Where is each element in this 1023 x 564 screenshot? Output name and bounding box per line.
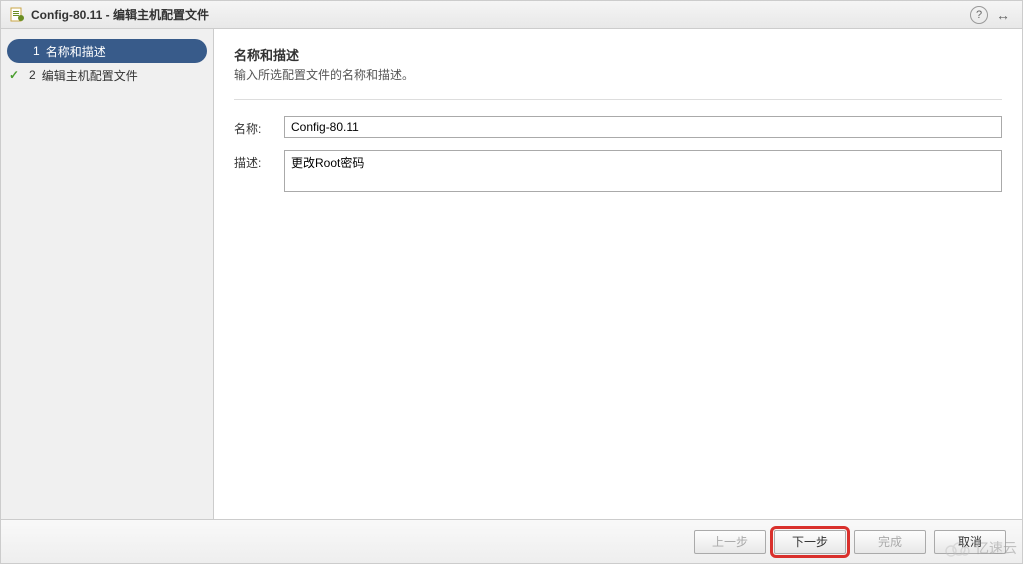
expand-icon[interactable]: ↔	[992, 7, 1014, 23]
dialog-footer: 上一步 下一步 完成 取消	[1, 519, 1022, 563]
description-textarea[interactable]	[284, 150, 1002, 192]
check-icon: ✓	[13, 44, 27, 58]
step-number: 1	[33, 44, 40, 58]
content-title: 名称和描述	[234, 45, 1002, 64]
finish-button[interactable]: 完成	[854, 530, 926, 554]
back-button[interactable]: 上一步	[694, 530, 766, 554]
titlebar: Config-80.11 - 编辑主机配置文件 ? ↔	[1, 1, 1022, 29]
description-label: 描述:	[234, 150, 284, 171]
wizard-content: 名称和描述 输入所选配置文件的名称和描述。 名称: 描述:	[214, 29, 1022, 519]
name-input[interactable]	[284, 116, 1002, 138]
config-file-icon	[9, 7, 25, 23]
check-icon: ✓	[9, 68, 23, 82]
titlebar-controls: ? ↔	[970, 6, 1014, 24]
step-number: 2	[29, 68, 36, 82]
next-button[interactable]: 下一步	[774, 530, 846, 554]
wizard-sidebar: ✓ 1 名称和描述 ✓ 2 编辑主机配置文件	[1, 29, 214, 519]
content-subtitle: 输入所选配置文件的名称和描述。	[234, 66, 1002, 83]
dialog-body: ✓ 1 名称和描述 ✓ 2 编辑主机配置文件 名称和描述 输入所选配置文件的名称…	[1, 29, 1022, 519]
wizard-step-1[interactable]: ✓ 1 名称和描述	[7, 39, 207, 63]
step-label: 名称和描述	[46, 43, 106, 60]
window-title: Config-80.11 - 编辑主机配置文件	[31, 6, 970, 23]
wizard-dialog: Config-80.11 - 编辑主机配置文件 ? ↔ ✓ 1 名称和描述 ✓ …	[0, 0, 1023, 564]
step-label: 编辑主机配置文件	[42, 67, 138, 84]
form-row-description: 描述:	[234, 150, 1002, 192]
name-label: 名称:	[234, 116, 284, 137]
divider	[234, 99, 1002, 100]
form-row-name: 名称:	[234, 116, 1002, 138]
wizard-step-2[interactable]: ✓ 2 编辑主机配置文件	[1, 63, 213, 87]
cancel-button[interactable]: 取消	[934, 530, 1006, 554]
help-icon[interactable]: ?	[970, 6, 988, 24]
